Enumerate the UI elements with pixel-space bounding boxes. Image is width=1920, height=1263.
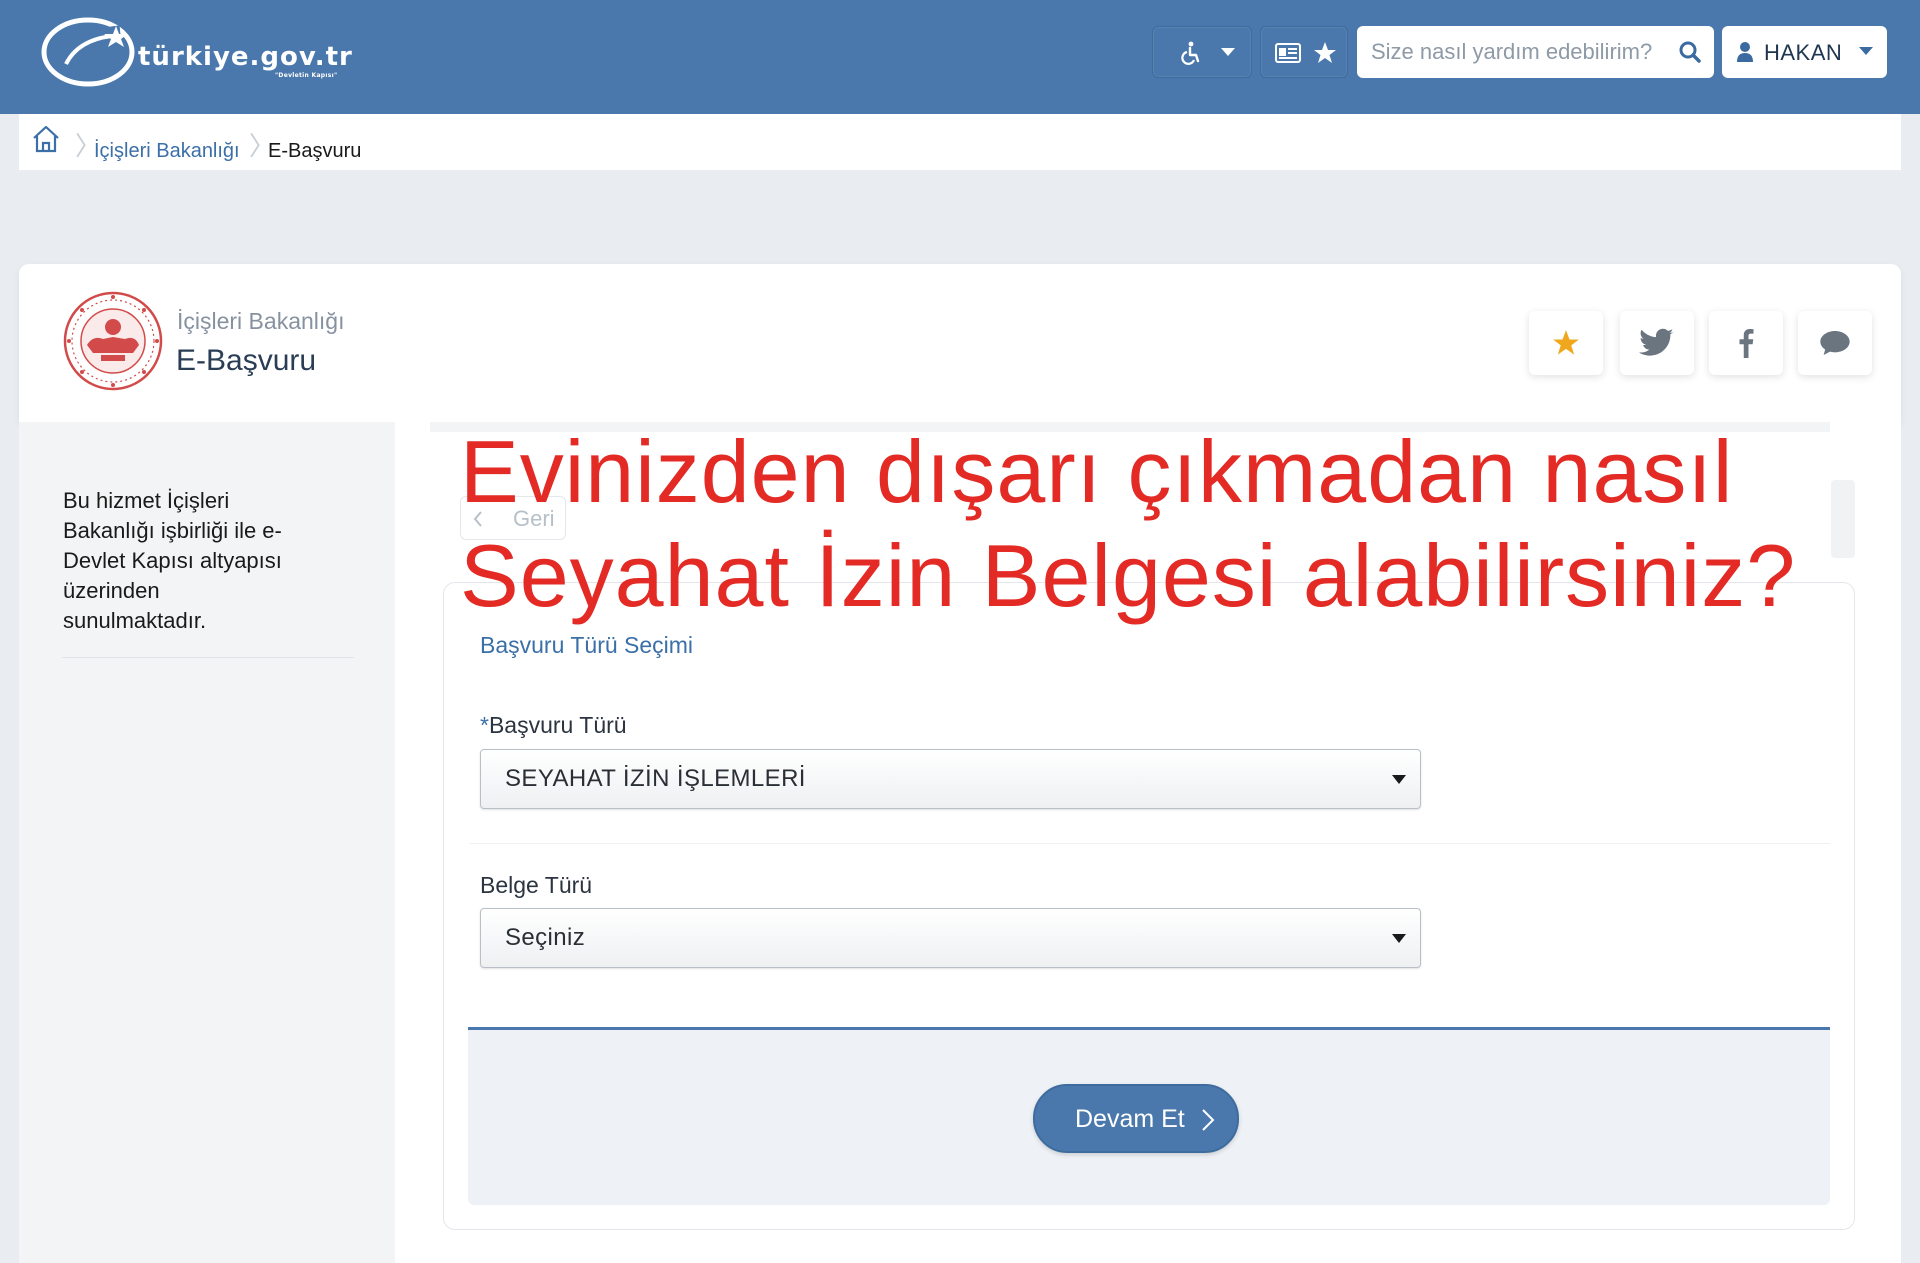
logo-text: türkiye.gov.tr	[138, 42, 353, 72]
service-title: E-Başvuru	[176, 344, 317, 377]
search-box	[1357, 26, 1714, 78]
star-icon	[1553, 330, 1579, 355]
user-name: HAKAN	[1764, 40, 1843, 65]
top-header: türkiye.gov.tr "Devletin Kapısı" Size na…	[0, 0, 1920, 114]
search-icon[interactable]	[1678, 40, 1702, 64]
breadcrumb: 〉 İçişleri Bakanlığı 〉 E-Başvuru	[19, 114, 1901, 170]
continue-label: Devam Et	[1075, 1105, 1185, 1133]
chevron-right-icon	[1202, 1109, 1215, 1131]
chevron-down-icon	[1221, 48, 1235, 56]
twitter-share-button[interactable]	[1620, 311, 1694, 375]
user-menu-button[interactable]: HAKAN	[1722, 26, 1887, 78]
overlay-headline: Evinizden dışarı çıkmadan nasıl Seyahat …	[460, 420, 1900, 628]
logo-subtext: "Devletin Kapısı"	[275, 72, 338, 79]
turkiye-gov-logo[interactable]: türkiye.gov.tr "Devletin Kapısı"	[38, 12, 368, 92]
facebook-icon	[1739, 329, 1754, 358]
document-type-label: Belge Türü	[480, 872, 593, 898]
ministry-seal-icon	[63, 291, 163, 391]
twitter-icon	[1639, 328, 1674, 356]
star-icon	[1314, 42, 1336, 63]
comment-icon	[1820, 331, 1850, 355]
breadcrumb-current: E-Başvuru	[268, 140, 362, 162]
service-ministry: İçişleri Bakanlığı	[177, 308, 345, 334]
home-icon[interactable]	[31, 124, 61, 154]
form-section-title: Başvuru Türü Seçimi	[480, 632, 694, 658]
wheelchair-icon	[1181, 41, 1200, 65]
favorite-button[interactable]	[1529, 311, 1603, 375]
breadcrumb-link-ministry[interactable]: İçişleri Bakanlığı	[94, 140, 240, 163]
comment-button[interactable]	[1798, 311, 1872, 375]
edevlet-card-button[interactable]	[1260, 26, 1348, 78]
application-type-value: SEYAHAT İZİN İŞLEMLERİ	[505, 765, 806, 792]
field-divider	[470, 843, 1830, 844]
caret-down-icon	[1392, 934, 1406, 943]
document-type-value: Seçiniz	[505, 924, 586, 951]
chevron-down-icon	[1859, 47, 1873, 55]
user-icon	[1737, 42, 1753, 62]
application-type-select[interactable]: SEYAHAT İZİN İŞLEMLERİ	[480, 749, 1421, 809]
application-type-label-text: Başvuru Türü	[488, 712, 627, 738]
application-type-label: *Başvuru Türü	[480, 712, 627, 739]
continue-button[interactable]: Devam Et	[1033, 1084, 1239, 1153]
overlay-headline-line2: Seyahat İzin Belgesi alabilirsiniz?	[460, 526, 1797, 625]
document-type-select[interactable]: Seçiniz	[480, 908, 1421, 968]
facebook-share-button[interactable]	[1709, 311, 1783, 375]
overlay-headline-line1: Evinizden dışarı çıkmadan nasıl	[460, 422, 1734, 521]
service-header: İçişleri Bakanlığı E-Başvuru	[19, 264, 1901, 422]
sidebar-divider	[62, 657, 354, 658]
id-card-icon	[1275, 43, 1301, 63]
search-input[interactable]	[1371, 36, 1671, 68]
sidebar-info-text: Bu hizmet İçişleri Bakanlığı işbirliği i…	[63, 488, 282, 633]
required-marker: *	[480, 712, 489, 738]
crescent-star-icon	[41, 17, 135, 87]
caret-down-icon	[1392, 775, 1406, 784]
accessibility-button[interactable]	[1152, 26, 1252, 78]
